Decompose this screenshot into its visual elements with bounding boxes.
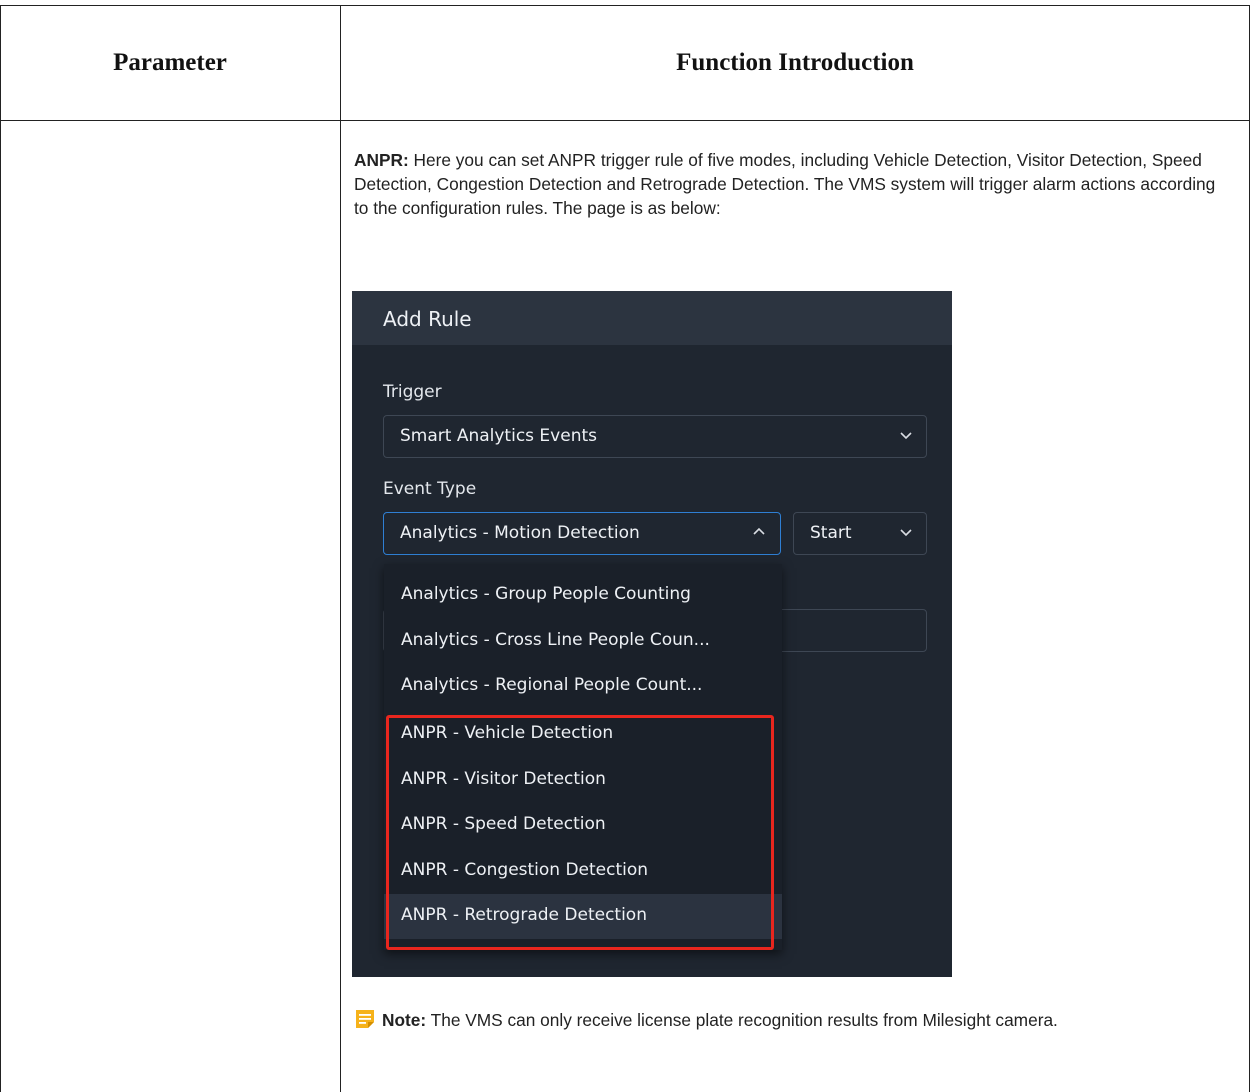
trigger-select-value: Smart Analytics Events (400, 426, 597, 446)
event-state-select-value: Start (810, 523, 852, 543)
event-type-select-value: Analytics - Motion Detection (400, 523, 640, 543)
dropdown-option[interactable]: Analytics - Regional People Count... (384, 664, 782, 709)
chevron-up-icon (752, 525, 766, 539)
chevron-down-icon (899, 525, 913, 539)
anpr-label: ANPR: (354, 150, 409, 170)
header-divider (0, 120, 1250, 121)
dialog-title: Add Rule (383, 307, 472, 331)
anpr-highlight-box (386, 715, 774, 950)
chevron-down-icon (899, 428, 913, 442)
header-parameter: Parameter (113, 48, 227, 76)
event-type-select[interactable]: Analytics - Motion Detection (383, 512, 781, 555)
trigger-label: Trigger (383, 382, 442, 402)
event-type-label: Event Type (383, 479, 477, 499)
note-paragraph: Note: The VMS can only receive license p… (354, 1008, 1234, 1035)
table-left-border (0, 5, 1, 1092)
add-rule-screenshot: Add Rule Trigger Smart Analytics Events … (352, 291, 952, 977)
dialog-header: Add Rule (352, 291, 952, 345)
dropdown-option[interactable]: Analytics - Group People Counting (384, 573, 782, 618)
anpr-text: Here you can set ANPR trigger rule of fi… (354, 150, 1216, 218)
note-icon (354, 1008, 376, 1035)
trigger-select[interactable]: Smart Analytics Events (383, 415, 927, 458)
note-label: Note: (382, 1010, 427, 1030)
anpr-description: ANPR: Here you can set ANPR trigger rule… (354, 148, 1234, 220)
column-divider (340, 5, 341, 1092)
dropdown-option[interactable]: Analytics - Cross Line People Coun... (384, 619, 782, 664)
event-state-select[interactable]: Start (793, 512, 927, 555)
note-text: The VMS can only receive license plate r… (426, 1010, 1058, 1030)
header-function-introduction: Function Introduction (676, 48, 914, 76)
